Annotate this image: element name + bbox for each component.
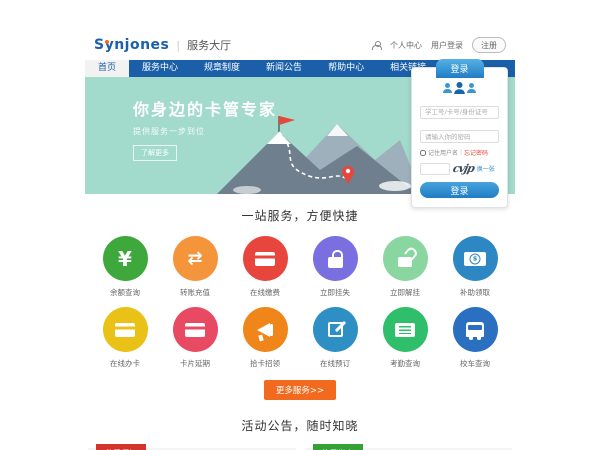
captcha-input[interactable]: [420, 163, 450, 175]
remember-row: 记住用户名 | 忘记密码: [420, 148, 499, 157]
more-services-wrap: 更多服务>>: [85, 378, 515, 400]
nav-item-service-center[interactable]: 服务中心: [129, 60, 191, 77]
service-label: 在线办卡: [110, 358, 140, 369]
yen-icon: [118, 247, 132, 271]
service-label: 转账充值: [180, 287, 210, 298]
user-login-link[interactable]: 用户登录: [431, 40, 463, 51]
service-label: 拾卡招领: [250, 358, 280, 369]
remember-label: 记住用户名: [428, 148, 458, 157]
password-input[interactable]: [420, 130, 499, 143]
service-item-found-card[interactable]: 拾卡招领: [230, 307, 300, 369]
banknote-icon: [464, 252, 486, 266]
service-label: 在线缴费: [250, 287, 280, 298]
forgot-password-link[interactable]: 忘记密码: [464, 148, 488, 157]
nav-item-help-center[interactable]: 帮助中心: [315, 60, 377, 77]
captcha-image[interactable]: cvjp: [452, 162, 476, 175]
remember-checkbox[interactable]: [420, 150, 426, 156]
hero-banner: 你身边的卡管专家 提供服务一步到位 了解更多 登录: [85, 77, 515, 194]
lock-icon: [328, 257, 343, 268]
card-icon: [115, 323, 135, 337]
hero-cta-button[interactable]: 了解更多: [133, 145, 177, 161]
edit-icon: [328, 322, 343, 337]
login-panel: 登录 记住用户名 | 忘记密码 cvjp 换一张 登录: [411, 67, 508, 208]
nav-item-home[interactable]: 首页: [85, 60, 129, 77]
users-icon: [420, 82, 499, 93]
login-submit-button[interactable]: 登录: [420, 182, 499, 198]
service-label: 立即解挂: [390, 287, 420, 298]
service-item-online-booking[interactable]: 在线预订: [300, 307, 370, 369]
header-divider: |: [176, 39, 180, 52]
service-item-subsidy[interactable]: 补助领取: [440, 236, 510, 298]
service-label: 立即挂失: [320, 287, 350, 298]
person-icon: [372, 41, 381, 50]
service-label: 卡片延期: [180, 358, 210, 369]
service-item-report-loss[interactable]: 立即挂失: [300, 236, 370, 298]
account-input[interactable]: [420, 106, 499, 119]
hero-title: 你身边的卡管专家: [133, 96, 277, 120]
register-button[interactable]: 注册: [472, 37, 506, 53]
captcha-row: cvjp 换一张: [420, 162, 499, 175]
usage-notice-ribbon-tab[interactable]: 使用须知: [96, 444, 146, 450]
service-item-balance[interactable]: 余额查询: [90, 236, 160, 298]
service-label: 余额查询: [110, 287, 140, 298]
services-row-1: 余额查询 转账充值 在线缴费 立即挂失 立即解挂 补助领取: [85, 236, 515, 298]
service-item-payment[interactable]: 在线缴费: [230, 236, 300, 298]
card-icon: [185, 323, 205, 337]
user-icon: [467, 83, 476, 93]
announcements-section-title: 活动公告，随时知晓: [85, 417, 515, 434]
user-guide-ribbon-tab[interactable]: 使用指南: [313, 444, 363, 450]
login-tab[interactable]: 登录: [435, 59, 483, 78]
services-section-title: 一站服务，方便快捷: [85, 207, 515, 224]
hero-text: 你身边的卡管专家 提供服务一步到位 了解更多: [133, 96, 277, 161]
card-icon: [255, 252, 275, 266]
list-icon: [395, 323, 415, 337]
service-item-transfer[interactable]: 转账充值: [160, 236, 230, 298]
service-item-apply-card[interactable]: 在线办卡: [90, 307, 160, 369]
more-services-button[interactable]: 更多服务>>: [264, 380, 336, 400]
nav-item-rules[interactable]: 规章制度: [191, 60, 253, 77]
remember-divider: |: [460, 149, 462, 156]
hero-subtitle: 提供服务一步到位: [133, 126, 277, 137]
service-label: 考勤查询: [390, 358, 420, 369]
unlock-icon: [398, 257, 412, 267]
service-label: 补助领取: [460, 287, 490, 298]
service-item-attendance[interactable]: 考勤查询: [370, 307, 440, 369]
service-label: 校车查询: [460, 358, 490, 369]
captcha-refresh-link[interactable]: 换一张: [477, 164, 495, 173]
user-icon: [454, 82, 465, 94]
megaphone-icon: [257, 323, 270, 337]
services-row-2: 在线办卡 卡片延期 拾卡招领 在线预订 考勤查询 校车查询: [85, 307, 515, 369]
service-item-cancel-loss[interactable]: 立即解挂: [370, 236, 440, 298]
user-icon: [443, 83, 452, 93]
page: Synjones | 服务大厅 个人中心 用户登录 注册 首页 服务中心 规章制…: [85, 30, 515, 450]
nav-item-news[interactable]: 新闻公告: [253, 60, 315, 77]
service-label: 在线预订: [320, 358, 350, 369]
bus-icon: [466, 322, 484, 337]
service-item-school-bus[interactable]: 校车查询: [440, 307, 510, 369]
site-name: 服务大厅: [187, 37, 231, 53]
personal-center-link[interactable]: 个人中心: [390, 40, 422, 51]
service-item-card-extension[interactable]: 卡片延期: [160, 307, 230, 369]
transfer-icon: [187, 248, 202, 269]
logo[interactable]: Synjones: [94, 37, 169, 53]
header-right: 个人中心 用户登录 注册: [372, 37, 506, 53]
header: Synjones | 服务大厅 个人中心 用户登录 注册: [85, 30, 515, 60]
